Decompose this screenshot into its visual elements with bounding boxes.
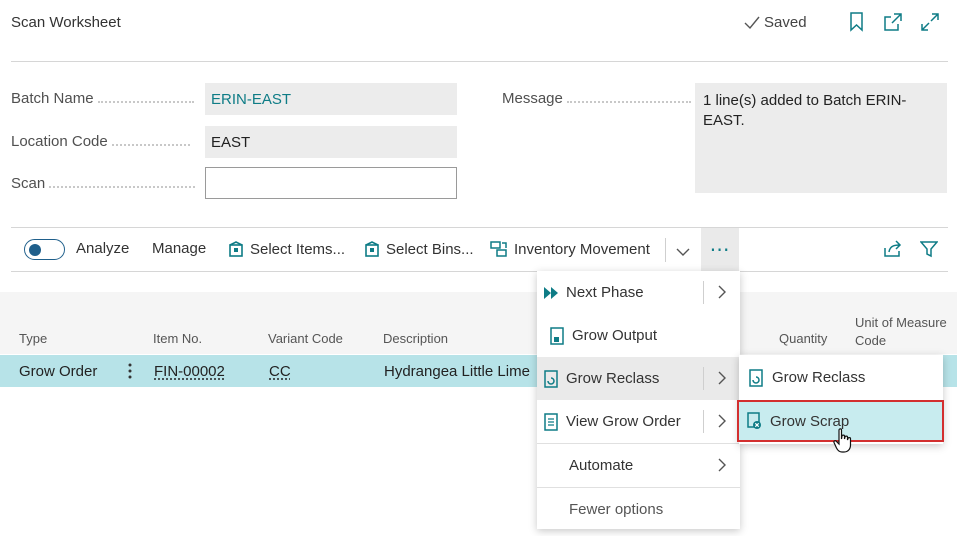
menu-item-label: Next Phase: [566, 284, 644, 301]
menu-item-automate[interactable]: Automate: [537, 444, 740, 487]
batch-name-label-text: Batch Name: [11, 90, 94, 107]
hand-pointer-icon: [833, 428, 853, 458]
menu-item-view-grow-order[interactable]: View Grow Order: [537, 400, 740, 443]
actionbar-bottom-divider: [11, 271, 537, 272]
inventory-movement-button[interactable]: Inventory Movement: [490, 240, 650, 258]
batch-name-label: Batch Name: [11, 90, 194, 107]
submenu-item-label: Grow Reclass: [772, 369, 866, 386]
header-divider: [11, 61, 948, 62]
manage-button[interactable]: Manage: [152, 240, 206, 257]
scrap-document-icon: [746, 412, 764, 430]
chevron-right-icon[interactable]: [718, 285, 726, 303]
saved-label: Saved: [764, 14, 807, 31]
row-description: Hydrangea Little Lime: [384, 363, 530, 380]
menu-item-next-phase[interactable]: Next Phase: [537, 271, 740, 314]
menu-chevron-separator: [703, 367, 704, 390]
chevron-right-icon[interactable]: [718, 414, 726, 432]
select-bins-icon: [365, 241, 379, 257]
menu-item-fewer-options[interactable]: Fewer options: [537, 488, 740, 531]
document-icon: [748, 368, 766, 387]
chevron-right-icon[interactable]: [718, 371, 726, 389]
open-new-window-icon[interactable]: [883, 12, 903, 32]
column-header-description[interactable]: Description: [383, 331, 448, 346]
chevron-right-icon[interactable]: [718, 458, 726, 476]
actionbar-top-divider: [11, 227, 948, 228]
bookmark-icon[interactable]: [848, 12, 868, 32]
column-header-item-no[interactable]: Item No.: [153, 331, 202, 346]
menu-item-label: Grow Output: [572, 327, 658, 344]
filter-icon[interactable]: [919, 240, 939, 262]
inventory-movement-icon: [490, 241, 507, 257]
column-header-type[interactable]: Type: [19, 331, 47, 346]
select-items-icon: [229, 241, 243, 257]
check-icon: [744, 16, 760, 29]
expand-icon[interactable]: [920, 12, 940, 32]
location-code-label-text: Location Code: [11, 133, 108, 150]
select-bins-button[interactable]: Select Bins...: [364, 240, 474, 258]
fast-forward-icon: [542, 284, 560, 302]
scan-label-text: Scan: [11, 175, 46, 192]
more-options-button[interactable]: ⋯: [701, 228, 739, 271]
message-field: 1 line(s) added to Batch ERIN-EAST.: [695, 83, 947, 193]
analyze-label[interactable]: Analyze: [76, 240, 129, 257]
column-header-variant-code[interactable]: Variant Code: [268, 331, 343, 346]
menu-item-grow-reclass[interactable]: Grow Reclass: [537, 357, 740, 400]
row-actions-icon[interactable]: [127, 362, 133, 384]
document-icon: [548, 326, 566, 345]
column-header-uom[interactable]: Unit of Measure Code: [855, 314, 950, 350]
message-label-text: Message: [502, 90, 563, 107]
submenu-item-grow-reclass[interactable]: Grow Reclass: [739, 356, 943, 399]
document-list-icon: [542, 412, 560, 431]
select-items-button[interactable]: Select Items...: [228, 240, 345, 258]
menu-item-label: Grow Reclass: [566, 370, 660, 387]
menu-item-label: View Grow Order: [566, 413, 681, 430]
chevron-down-icon[interactable]: [676, 244, 690, 261]
menu-item-label: Automate: [569, 457, 634, 474]
menu-item-grow-output[interactable]: Grow Output: [537, 314, 740, 357]
actionbar-separator: [665, 238, 666, 262]
submenu-item-label: Grow Scrap: [770, 412, 850, 430]
more-options-menu: Next Phase Grow Output Grow Reclass View…: [537, 271, 740, 529]
menu-item-label: Fewer options: [569, 501, 664, 518]
document-icon: [542, 369, 560, 388]
batch-name-field[interactable]: ERIN-EAST: [205, 83, 457, 115]
scan-label: Scan: [11, 175, 196, 192]
row-item-no[interactable]: FIN-00002: [154, 363, 225, 380]
actionbar-bottom-divider-right: [740, 271, 948, 272]
inventory-movement-label: Inventory Movement: [514, 240, 650, 258]
select-bins-label: Select Bins...: [386, 240, 474, 258]
message-label: Message: [502, 90, 691, 107]
scan-input[interactable]: [205, 167, 457, 199]
location-code-label: Location Code: [11, 133, 190, 150]
select-items-label: Select Items...: [250, 240, 346, 258]
saved-status: Saved: [744, 14, 807, 31]
share-icon[interactable]: [883, 240, 903, 262]
location-code-field[interactable]: EAST: [205, 126, 457, 158]
menu-chevron-separator: [703, 410, 704, 433]
row-type: Grow Order: [19, 363, 98, 380]
page-title: Scan Worksheet: [11, 14, 121, 31]
menu-chevron-separator: [703, 281, 704, 304]
row-variant-code[interactable]: CC: [269, 363, 291, 380]
column-header-quantity[interactable]: Quantity: [779, 331, 827, 346]
toggle-knob: [29, 243, 41, 256]
analyze-toggle[interactable]: [24, 239, 65, 260]
